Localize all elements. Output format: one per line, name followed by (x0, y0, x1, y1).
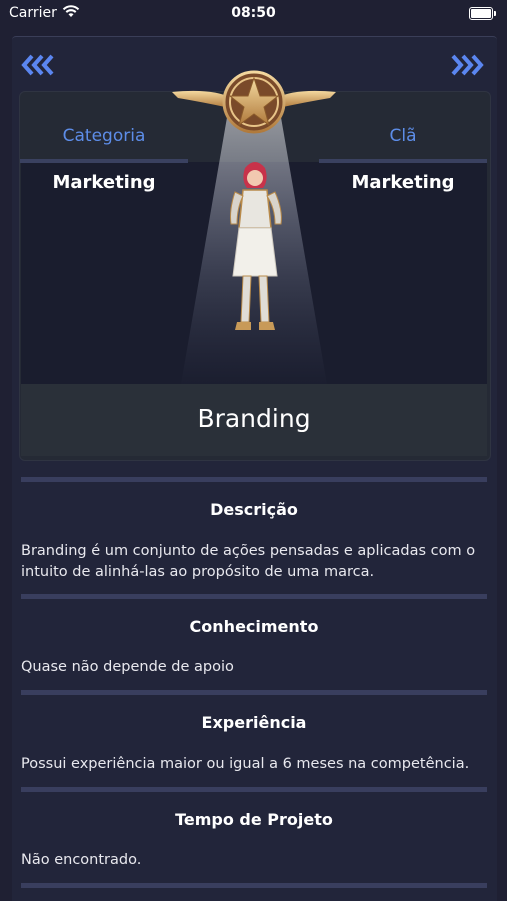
knowledge-text: Quase não depende de apoio (21, 659, 234, 675)
section-divider (21, 787, 487, 792)
description-title: Descrição (210, 500, 298, 519)
section-divider (21, 883, 487, 888)
status-bar: Carrier 08:50 (0, 0, 507, 28)
double-chevron-left-icon[interactable] (20, 52, 58, 78)
experience-text: Possui experiência maior ou igual a 6 me… (21, 756, 470, 772)
experience-title: Experiência (201, 713, 307, 732)
category-value: Marketing (52, 172, 156, 193)
section-divider (21, 690, 487, 695)
clan-tab-underline (319, 159, 487, 163)
section-divider (21, 594, 487, 599)
project-time-title: Tempo de Projeto (175, 810, 333, 829)
category-tab-label: Categoria (62, 126, 146, 146)
section-divider (21, 477, 487, 482)
skill-title: Branding (21, 384, 487, 456)
clock: 08:50 (231, 5, 276, 21)
winged-star-badge-icon (172, 70, 336, 134)
battery-icon (469, 7, 496, 20)
knowledge-title: Conhecimento (189, 617, 319, 636)
clan-value: Marketing (351, 172, 455, 193)
category-tab-underline (20, 159, 188, 163)
project-time-text: Não encontrado. (21, 852, 142, 868)
armored-heroine-character (230, 162, 282, 330)
clan-tab-label: Clã (389, 126, 417, 146)
description-text: Branding é um conjunto de ações pensadas… (21, 543, 476, 580)
double-chevron-right-icon[interactable] (447, 52, 485, 78)
